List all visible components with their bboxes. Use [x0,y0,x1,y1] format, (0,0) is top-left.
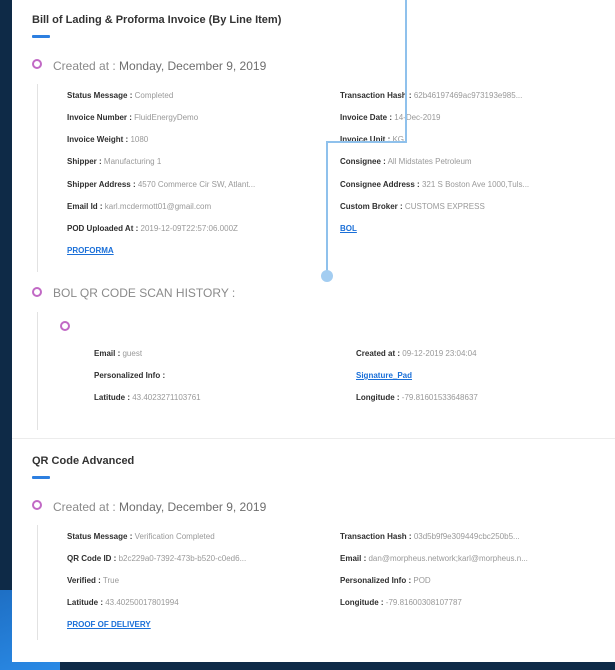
detail-card: Bill of Lading & Proforma Invoice (By Li… [12,0,615,662]
field-consignee: Consignee : All Midstates Petroleum [340,157,472,166]
timeline-circle-icon [32,500,42,510]
proforma-link[interactable]: PROFORMA [67,246,114,255]
timeline-circle-icon [32,287,42,297]
connector-line [405,0,407,143]
field-status-message: Status Message : Verification Completed [67,532,215,541]
signature-pad-link[interactable]: Signature_Pad [356,371,412,380]
section-title-qr-code-advanced: QR Code Advanced [32,455,135,467]
connector-handle-icon[interactable] [321,270,333,282]
created-at: Created at : Monday, December 9, 2019 [53,500,266,514]
field-scan-longitude: Longitude : -79.81601533648637 [356,393,478,402]
field-status-message: Status Message : Completed [67,91,174,100]
field-invoice-number: Invoice Number : FluidEnergyDemo [67,113,199,122]
created-at-label: Created at : [53,500,116,514]
section-underline [32,35,50,38]
created-at-date: Monday, December 9, 2019 [119,59,267,73]
field-scan-personalized-info: Personalized Info : [94,371,166,380]
field-scan-created-at: Created at : 09-12-2019 23:04:04 [356,349,477,358]
connector-line [326,141,328,271]
field-shipper: Shipper : Manufacturing 1 [67,157,162,166]
field-longitude: Longitude : -79.81600308107787 [340,598,462,607]
field-personalized-info: Personalized Info : POD [340,576,431,585]
field-latitude: Latitude : 43.40250017801994 [67,598,179,607]
created-at-label: Created at : [53,59,116,73]
proof-of-delivery-link[interactable]: PROOF OF DELIVERY [67,620,151,629]
timeline-circle-icon [32,59,42,69]
field-scan-latitude: Latitude : 43.4023271103761 [94,393,201,402]
section-underline [32,476,50,479]
field-scan-email: Email : guest [94,349,143,358]
section-title-bill-of-lading: Bill of Lading & Proforma Invoice (By Li… [32,14,282,26]
field-pod-uploaded-at: POD Uploaded At : 2019-12-09T22:57:06.00… [67,224,238,233]
field-transaction-hash: Transaction Hash : 03d5b9f9e309449cbc250… [340,532,520,541]
field-email: Email : dan@morpheus.network;karl@morphe… [340,554,528,563]
timeline-line [37,84,38,272]
section-divider [12,438,615,439]
timeline-circle-icon [60,321,70,331]
created-at-date: Monday, December 9, 2019 [119,500,267,514]
field-transaction-hash: Transaction Hash : 62b46197469ac973193e9… [340,91,523,100]
field-consignee-address: Consignee Address : 321 S Boston Ave 100… [340,180,530,189]
field-qr-code-id: QR Code ID : b2c229a0-7392-473b-b520-c0e… [67,554,247,563]
timeline-line [37,525,38,640]
field-verified: Verified : True [67,576,120,585]
field-custom-broker: Custom Broker : CUSTOMS EXPRESS [340,202,485,211]
timeline-line [37,312,38,430]
field-shipper-address: Shipper Address : 4570 Commerce Cir SW, … [67,180,256,189]
connector-line [326,141,407,143]
field-invoice-weight: Invoice Weight : 1080 [67,135,149,144]
field-email-id: Email Id : karl.mcdermott01@gmail.com [67,202,212,211]
bol-link[interactable]: BOL [340,224,357,233]
scan-history-title: BOL QR CODE SCAN HISTORY : [53,286,236,300]
field-invoice-date: Invoice Date : 14-Dec-2019 [340,113,441,122]
created-at: Created at : Monday, December 9, 2019 [53,59,266,73]
